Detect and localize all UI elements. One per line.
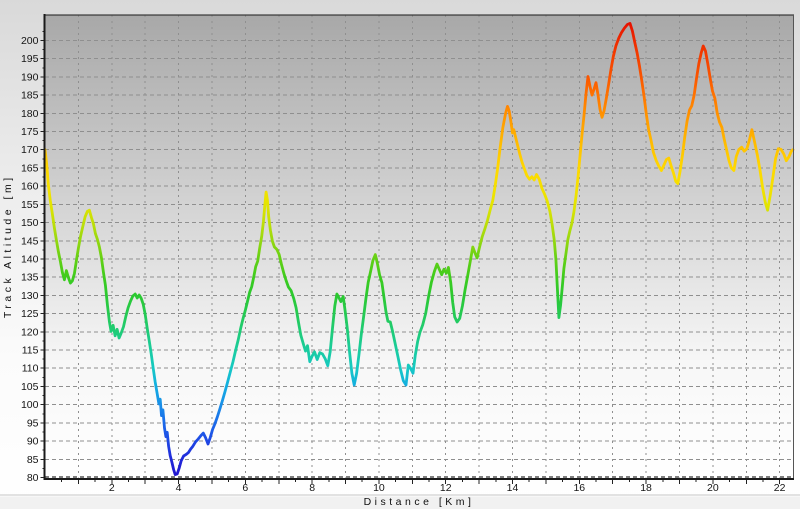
- y-tick-label: 140: [21, 253, 39, 265]
- x-tick-label: 16: [573, 482, 585, 494]
- x-axis-title: Distance [Km]: [364, 496, 475, 508]
- y-tick-label: 185: [21, 90, 39, 102]
- y-tick-label: 105: [21, 381, 39, 393]
- x-axis-ticks: [62, 480, 780, 484]
- x-tick-label: 14: [507, 482, 519, 494]
- x-tick-label: 18: [640, 482, 652, 494]
- y-tick-label: 125: [21, 308, 39, 320]
- y-tick-label: 165: [21, 162, 39, 174]
- y-tick-label: 170: [21, 144, 39, 156]
- y-tick-label: 135: [21, 272, 39, 284]
- y-tick-label: 175: [21, 126, 39, 138]
- y-tick-label: 160: [21, 181, 39, 193]
- y-tick-label: 180: [21, 108, 39, 120]
- y-tick-label: 115: [22, 345, 39, 357]
- x-tick-label: 8: [309, 482, 315, 494]
- x-tick-label: 10: [373, 482, 385, 494]
- y-tick-label: 85: [27, 454, 39, 466]
- y-tick-label: 195: [21, 53, 39, 65]
- elevation-profile-plot: 80 85 90 95 100 105 110 115 120 125 130 135 140 145 15…: [0, 0, 800, 509]
- x-tick-label: 2: [109, 482, 115, 494]
- y-tick-label: 145: [21, 235, 39, 247]
- y-axis-ticks: [41, 31, 45, 477]
- y-tick-label: 155: [21, 199, 39, 211]
- y-tick-label: 120: [21, 326, 39, 338]
- track-altitude-chart: 80 85 90 95 100 105 110 115 120 125 130 135 140 145 15…: [0, 0, 800, 509]
- y-tick-label: 190: [21, 71, 39, 83]
- y-tick-label: 80: [27, 472, 39, 484]
- x-tick-label: 6: [242, 482, 248, 494]
- y-tick-label: 100: [21, 399, 39, 411]
- x-tick-label: 12: [440, 482, 452, 494]
- y-axis-title: Track Altitude [m]: [2, 174, 14, 318]
- y-tick-label: 150: [21, 217, 39, 229]
- x-tick-label: 22: [774, 482, 786, 494]
- x-tick-label: 20: [707, 482, 719, 494]
- y-tick-label: 200: [21, 35, 39, 47]
- x-tick-label: 4: [176, 482, 182, 494]
- y-tick-label: 90: [27, 436, 39, 448]
- y-tick-label: 110: [22, 363, 39, 375]
- plot-area: [45, 15, 793, 478]
- y-tick-label: 95: [27, 417, 39, 429]
- y-tick-label: 130: [21, 290, 39, 302]
